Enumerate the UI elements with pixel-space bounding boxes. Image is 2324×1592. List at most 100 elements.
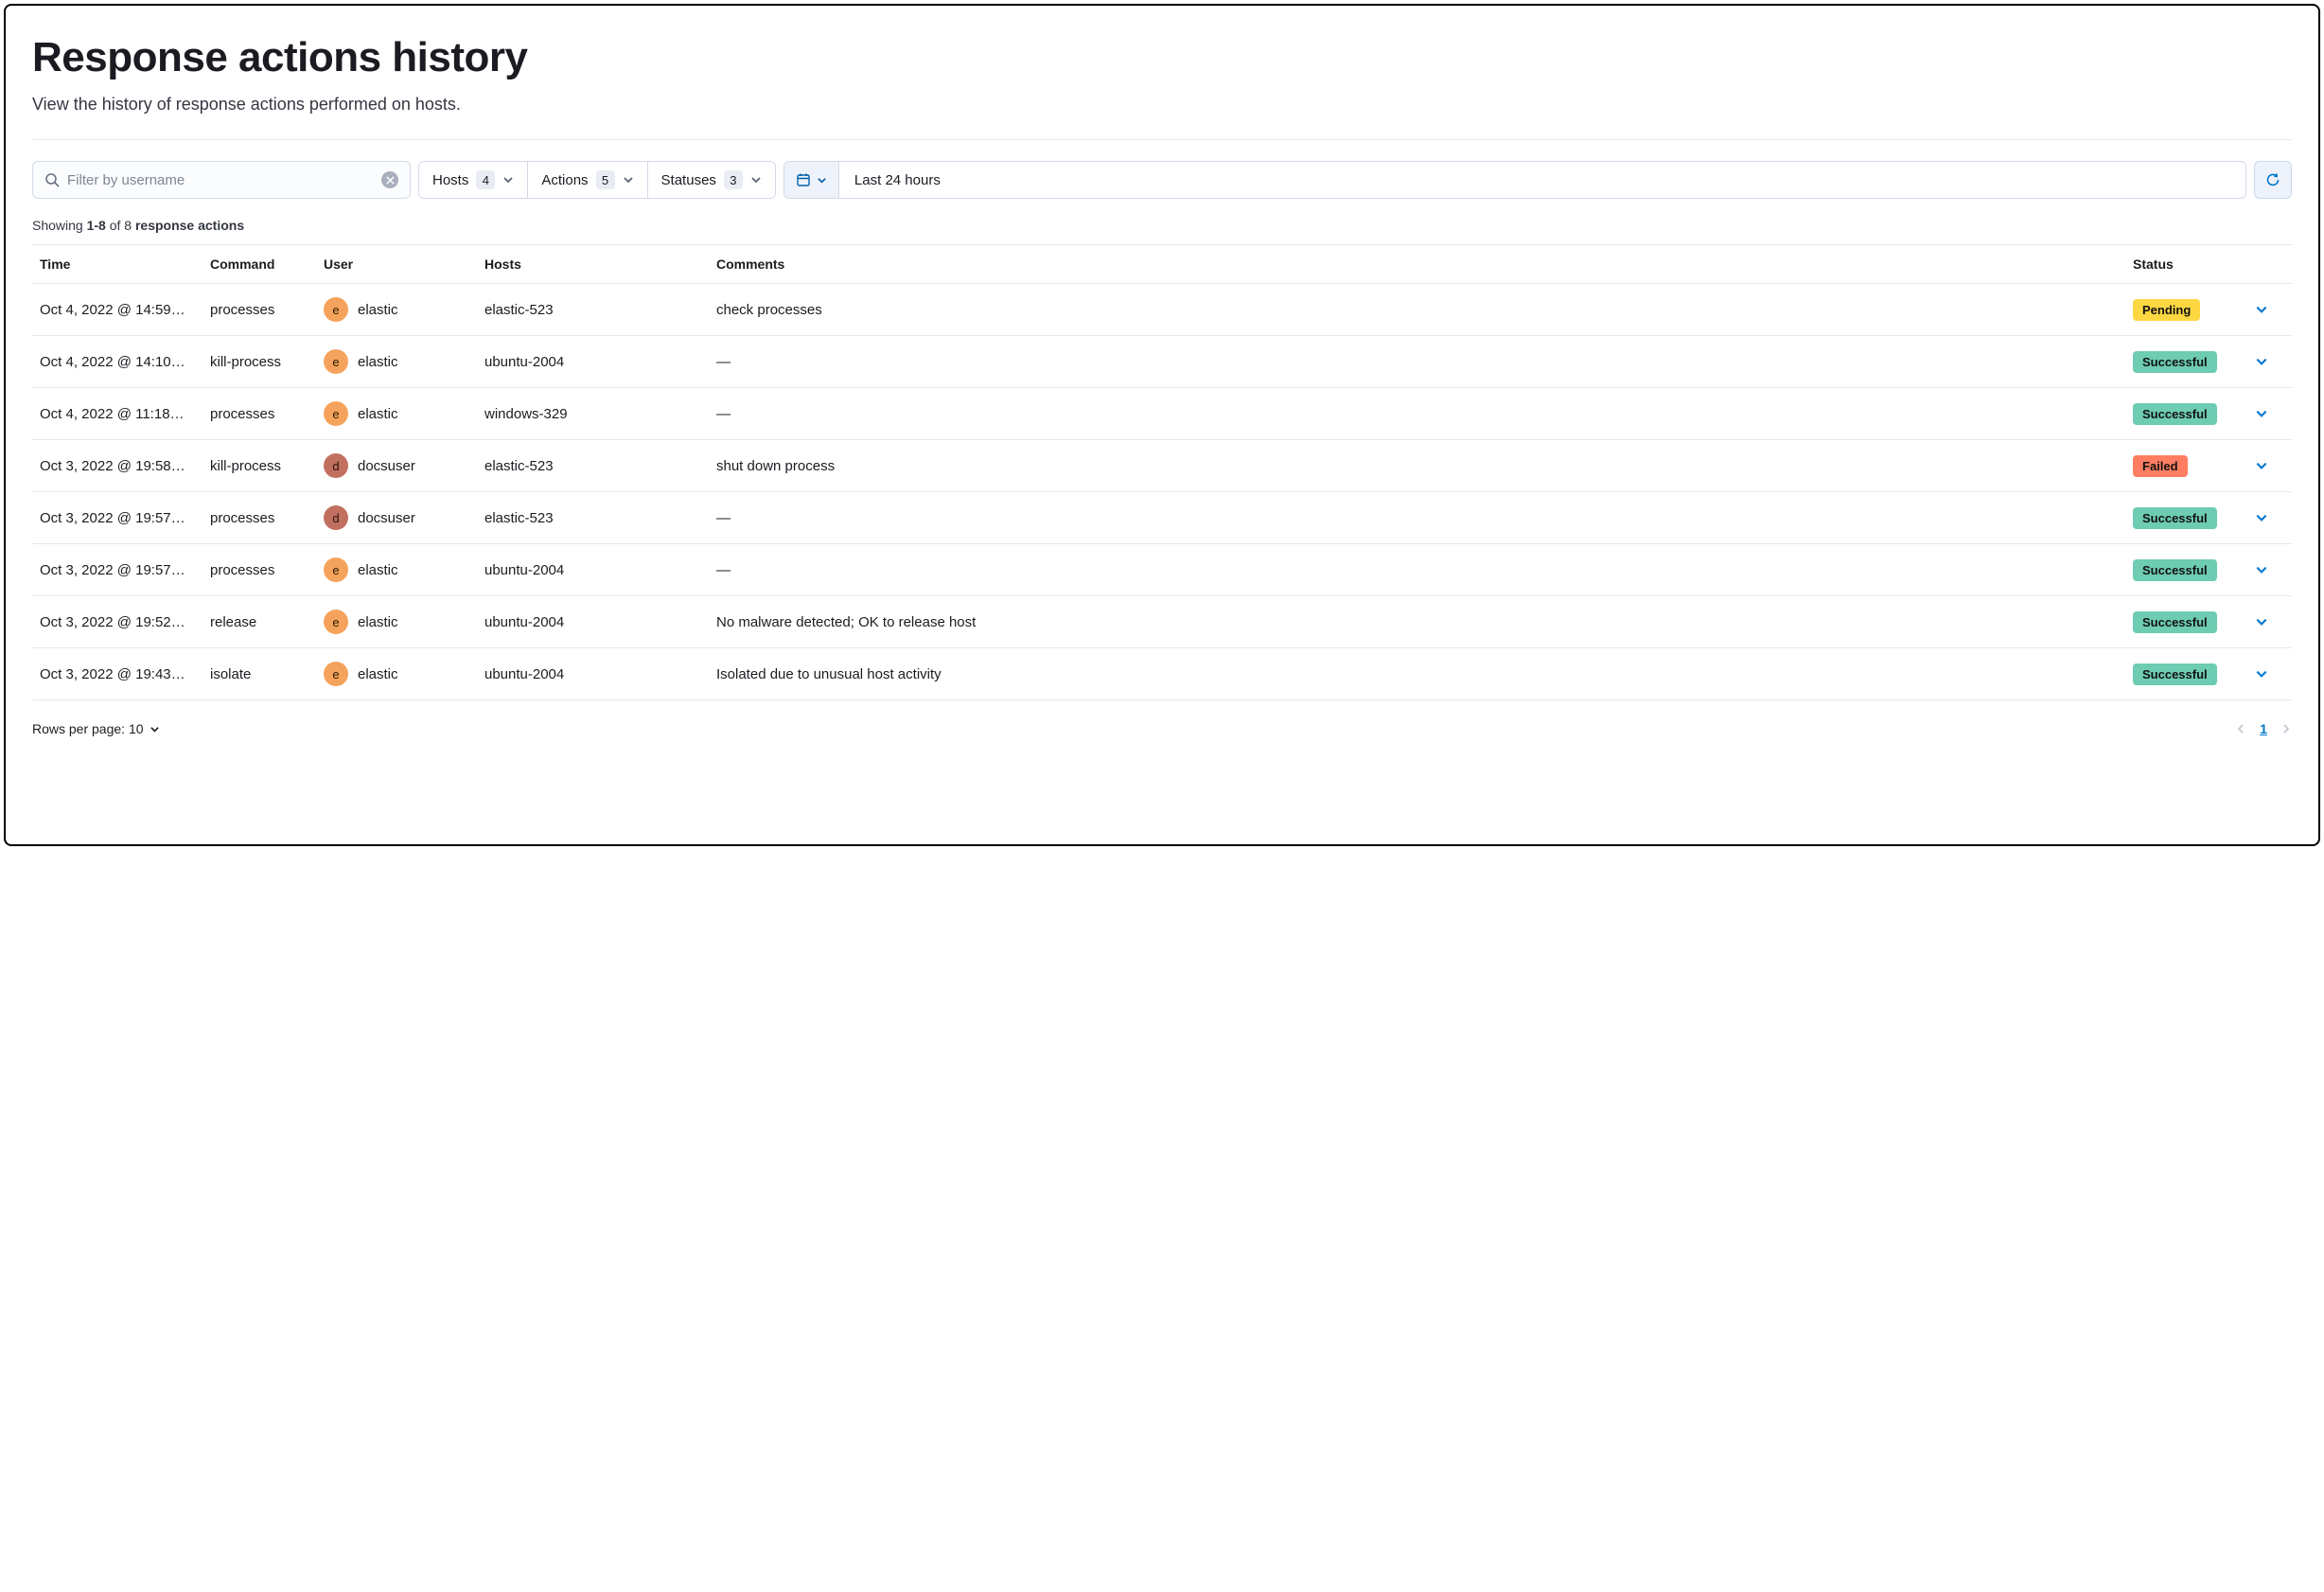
cell-comments: check processes: [716, 302, 2133, 318]
cell-command: processes: [210, 406, 324, 422]
hosts-filter-count: 4: [476, 170, 495, 189]
chevron-down-icon: [2255, 459, 2268, 472]
header-divider: [32, 139, 2292, 140]
cell-time: Oct 3, 2022 @ 19:57…: [40, 562, 210, 578]
col-time: Time: [40, 256, 210, 272]
chevron-down-icon: [817, 175, 827, 186]
clear-search-button[interactable]: [381, 171, 398, 188]
cell-user: ddocsuser: [324, 453, 484, 478]
status-badge: Successful: [2133, 611, 2217, 633]
status-badge: Successful: [2133, 403, 2217, 425]
table-row: Oct 3, 2022 @ 19:43…isolateeelasticubunt…: [32, 648, 2292, 700]
cell-command: release: [210, 614, 324, 630]
cell-hosts: ubuntu-2004: [484, 614, 716, 630]
cell-time: Oct 3, 2022 @ 19:57…: [40, 510, 210, 526]
chevron-down-icon: [150, 724, 160, 734]
cell-user: ddocsuser: [324, 505, 484, 530]
filter-group: Hosts 4 Actions 5 Statuses 3: [418, 161, 776, 199]
chevron-down-icon: [2255, 511, 2268, 524]
hosts-filter-label: Hosts: [432, 172, 468, 188]
chevron-down-icon: [502, 174, 514, 186]
avatar: e: [324, 610, 348, 634]
expand-row-button[interactable]: [2246, 303, 2284, 316]
cell-time: Oct 4, 2022 @ 14:59…: [40, 302, 210, 318]
cell-command: isolate: [210, 666, 324, 682]
cell-time: Oct 4, 2022 @ 14:10…: [40, 354, 210, 370]
cell-user: eelastic: [324, 610, 484, 634]
chevron-down-icon: [2255, 615, 2268, 628]
expand-row-button[interactable]: [2246, 459, 2284, 472]
cell-time: Oct 3, 2022 @ 19:52…: [40, 614, 210, 630]
status-badge: Failed: [2133, 455, 2188, 477]
chevron-down-icon: [750, 174, 762, 186]
statuses-filter-count: 3: [724, 170, 743, 189]
statuses-filter-label: Statuses: [661, 172, 716, 188]
search-icon: [44, 172, 60, 187]
date-range-label[interactable]: Last 24 hours: [839, 162, 2245, 198]
statuses-filter-button[interactable]: Statuses 3: [648, 162, 775, 198]
status-badge: Successful: [2133, 507, 2217, 529]
date-quick-select-button[interactable]: [784, 162, 839, 198]
page-title: Response actions history: [32, 34, 2292, 81]
avatar: e: [324, 557, 348, 582]
cell-hosts: windows-329: [484, 406, 716, 422]
user-name: elastic: [358, 562, 398, 578]
expand-row-button[interactable]: [2246, 615, 2284, 628]
chevron-down-icon: [2255, 563, 2268, 576]
hosts-filter-button[interactable]: Hosts 4: [419, 162, 528, 198]
summary-prefix: Showing: [32, 218, 87, 233]
search-input-wrap[interactable]: [32, 161, 411, 199]
user-name: docsuser: [358, 458, 415, 474]
expand-row-button[interactable]: [2246, 511, 2284, 524]
refresh-button[interactable]: [2254, 161, 2292, 199]
expand-row-button[interactable]: [2246, 407, 2284, 420]
table-row: Oct 3, 2022 @ 19:58…kill-processddocsuse…: [32, 440, 2292, 492]
rows-per-page-button[interactable]: Rows per page: 10: [32, 721, 160, 736]
cell-time: Oct 4, 2022 @ 11:18…: [40, 406, 210, 422]
expand-row-button[interactable]: [2246, 563, 2284, 576]
cell-hosts: ubuntu-2004: [484, 562, 716, 578]
cell-comments: shut down process: [716, 458, 2133, 474]
cell-comments: Isolated due to unusual host activity: [716, 666, 2133, 682]
cell-comments: —: [716, 510, 2133, 526]
actions-filter-button[interactable]: Actions 5: [528, 162, 647, 198]
cell-user: eelastic: [324, 662, 484, 686]
avatar: e: [324, 297, 348, 322]
cell-user: eelastic: [324, 297, 484, 322]
search-input[interactable]: [60, 172, 381, 188]
cell-user: eelastic: [324, 401, 484, 426]
rows-per-page-label: Rows per page: 10: [32, 721, 144, 736]
chevron-down-icon: [623, 174, 634, 186]
col-status: Status: [2133, 256, 2246, 272]
cell-status: Successful: [2133, 403, 2246, 425]
expand-row-button[interactable]: [2246, 355, 2284, 368]
next-page-button[interactable]: [2280, 723, 2292, 734]
cell-command: kill-process: [210, 458, 324, 474]
page-number[interactable]: 1: [2260, 721, 2267, 736]
table-header-row: Time Command User Hosts Comments Status: [32, 245, 2292, 284]
cell-hosts: ubuntu-2004: [484, 666, 716, 682]
page-subtitle: View the history of response actions per…: [32, 95, 2292, 115]
table-row: Oct 3, 2022 @ 19:52…releaseeelasticubunt…: [32, 596, 2292, 648]
cell-hosts: elastic-523: [484, 510, 716, 526]
date-range-picker: Last 24 hours: [783, 161, 2246, 199]
col-comments: Comments: [716, 256, 2133, 272]
cell-status: Failed: [2133, 455, 2246, 477]
expand-row-button[interactable]: [2246, 667, 2284, 681]
refresh-icon: [2265, 172, 2280, 187]
cell-hosts: elastic-523: [484, 302, 716, 318]
cell-status: Successful: [2133, 351, 2246, 373]
chevron-down-icon: [2255, 407, 2268, 420]
chevron-down-icon: [2255, 355, 2268, 368]
pagination: 1: [2235, 721, 2292, 736]
table-row: Oct 4, 2022 @ 14:59…processeseelasticela…: [32, 284, 2292, 336]
summary-mid: of 8: [106, 218, 135, 233]
cell-time: Oct 3, 2022 @ 19:43…: [40, 666, 210, 682]
cell-comments: No malware detected; OK to release host: [716, 614, 2133, 630]
cell-command: processes: [210, 562, 324, 578]
avatar: d: [324, 505, 348, 530]
cell-comments: —: [716, 562, 2133, 578]
prev-page-button[interactable]: [2235, 723, 2246, 734]
avatar: e: [324, 401, 348, 426]
calendar-icon: [796, 172, 811, 187]
